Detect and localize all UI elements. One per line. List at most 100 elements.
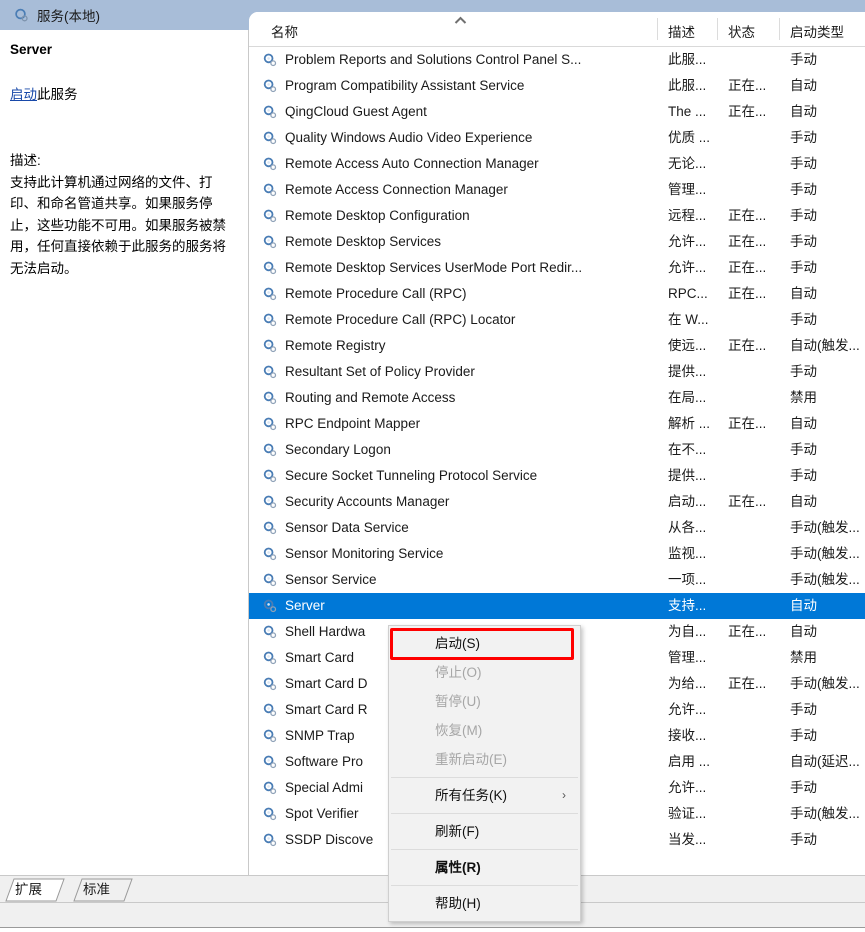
service-description-block: 描述: 支持此计算机通过网络的文件、打印、和命名管道共享。如果服务停止，这些功能… bbox=[10, 150, 234, 279]
table-row[interactable]: Remote Desktop Services 允许... 正在... 手动 bbox=[249, 229, 865, 255]
service-gear-icon bbox=[263, 521, 277, 535]
menu-item[interactable]: 启动(S) bbox=[389, 629, 580, 658]
cell-startup-type: 禁用 bbox=[790, 650, 817, 665]
tab-extended[interactable]: 扩展 bbox=[4, 878, 76, 902]
menu-item[interactable]: 帮助(H) bbox=[389, 889, 580, 918]
column-header-name[interactable]: 名称 bbox=[271, 21, 298, 41]
service-gear-icon bbox=[263, 599, 277, 613]
cell-startup-type: 手动(触发... bbox=[790, 520, 860, 535]
description-label: 描述: bbox=[10, 153, 41, 168]
cell-startup-type: 自动 bbox=[790, 104, 817, 119]
service-gear-icon bbox=[263, 651, 277, 665]
cell-service-name: QingCloud Guest Agent bbox=[285, 104, 427, 119]
start-service-link[interactable]: 启动 bbox=[10, 87, 37, 102]
menu-item[interactable]: 所有任务(K) › bbox=[389, 781, 580, 810]
tab-standard[interactable]: 标准 bbox=[72, 878, 144, 902]
cell-startup-type: 手动 bbox=[790, 208, 817, 223]
table-row[interactable]: Sensor Data Service 从各... 手动(触发... bbox=[249, 515, 865, 541]
cell-startup-type: 手动 bbox=[790, 442, 817, 457]
cell-description: 启动... bbox=[668, 494, 707, 509]
table-row[interactable]: QingCloud Guest Agent The ... 正在... 自动 bbox=[249, 99, 865, 125]
cell-service-name: SNMP Trap bbox=[285, 728, 355, 743]
cell-startup-type: 手动(触发... bbox=[790, 676, 860, 691]
menu-separator bbox=[391, 849, 578, 850]
column-header-description[interactable]: 描述 bbox=[668, 21, 695, 41]
cell-startup-type: 手动(触发... bbox=[790, 546, 860, 561]
column-header-startup-type[interactable]: 启动类型 bbox=[790, 21, 844, 41]
cell-service-name: Remote Procedure Call (RPC) Locator bbox=[285, 312, 516, 327]
ascending-sort-chevron-icon bbox=[454, 16, 467, 24]
table-row[interactable]: Program Compatibility Assistant Service 此… bbox=[249, 73, 865, 99]
cell-description: 允许... bbox=[668, 780, 707, 795]
tab-standard-label: 标准 bbox=[83, 882, 110, 897]
tab-extended-label: 扩展 bbox=[15, 882, 42, 897]
table-row[interactable]: Remote Procedure Call (RPC) RPC... 正在... 自动 bbox=[249, 281, 865, 307]
table-row[interactable]: Quality Windows Audio Video Experience 优质… bbox=[249, 125, 865, 151]
cell-status: 正在... bbox=[728, 494, 767, 509]
cell-service-name: Resultant Set of Policy Provider bbox=[285, 364, 475, 379]
cell-service-name: Server bbox=[285, 598, 325, 613]
cell-startup-type: 手动 bbox=[790, 260, 817, 275]
cell-startup-type: 手动(触发... bbox=[790, 806, 860, 821]
menu-separator bbox=[391, 777, 578, 778]
table-row[interactable]: Resultant Set of Policy Provider 提供... 手动 bbox=[249, 359, 865, 385]
cell-service-name: Routing and Remote Access bbox=[285, 390, 456, 405]
service-context-menu[interactable]: 启动(S) 停止(O) 暂停(U) 恢复(M) 重新启动(E) 所有任务(K) › 刷新(F)… bbox=[388, 625, 581, 922]
header-separator bbox=[717, 18, 718, 40]
cell-status: 正在... bbox=[728, 338, 767, 353]
table-row[interactable]: Remote Access Auto Connection Manager 无论.… bbox=[249, 151, 865, 177]
cell-startup-type: 自动 bbox=[790, 494, 817, 509]
table-row[interactable]: Remote Procedure Call (RPC) Locator 在 W..… bbox=[249, 307, 865, 333]
band-title: 服务(本地) bbox=[37, 9, 100, 24]
service-gear-icon bbox=[263, 755, 277, 769]
table-row[interactable]: Routing and Remote Access 在局... 禁用 bbox=[249, 385, 865, 411]
cell-status: 正在... bbox=[728, 260, 767, 275]
cell-startup-type: 手动 bbox=[790, 234, 817, 249]
cell-service-name: Secondary Logon bbox=[285, 442, 391, 457]
service-gear-icon bbox=[263, 781, 277, 795]
cell-service-name: Smart Card R bbox=[285, 702, 368, 717]
service-gear-icon bbox=[263, 417, 277, 431]
chevron-right-icon: › bbox=[562, 788, 566, 802]
cell-description: RPC... bbox=[668, 286, 708, 301]
service-gear-icon bbox=[263, 573, 277, 587]
cell-startup-type: 手动 bbox=[790, 182, 817, 197]
service-gear-icon bbox=[263, 807, 277, 821]
cell-description: 提供... bbox=[668, 468, 707, 483]
cell-description: 允许... bbox=[668, 702, 707, 717]
cell-service-name: Remote Desktop Configuration bbox=[285, 208, 470, 223]
table-row[interactable]: Server 支持... 自动 bbox=[249, 593, 865, 619]
cell-service-name: Shell Hardwa bbox=[285, 624, 366, 639]
menu-item-label: 所有任务(K) bbox=[435, 788, 507, 803]
service-gear-icon bbox=[263, 131, 277, 145]
cell-startup-type: 自动(触发... bbox=[790, 338, 860, 353]
cell-description: 提供... bbox=[668, 364, 707, 379]
cell-description: 此服... bbox=[668, 78, 707, 93]
cell-service-name: Secure Socket Tunneling Protocol Service bbox=[285, 468, 538, 483]
table-row[interactable]: Remote Desktop Configuration 远程... 正在... 手动 bbox=[249, 203, 865, 229]
cell-description: 从各... bbox=[668, 520, 707, 535]
table-row[interactable]: Remote Access Connection Manager 管理... 手动 bbox=[249, 177, 865, 203]
table-row[interactable]: Problem Reports and Solutions Control Pa… bbox=[249, 47, 865, 73]
table-row[interactable]: Sensor Monitoring Service 监视... 手动(触发... bbox=[249, 541, 865, 567]
table-row[interactable]: Remote Desktop Services UserMode Port Re… bbox=[249, 255, 865, 281]
service-gear-icon bbox=[263, 235, 277, 249]
menu-item[interactable]: 属性(R) bbox=[389, 853, 580, 882]
service-gear-icon bbox=[263, 339, 277, 353]
table-row[interactable]: Remote Registry 使远... 正在... 自动(触发... bbox=[249, 333, 865, 359]
menu-item-label: 刷新(F) bbox=[435, 824, 480, 839]
table-row[interactable]: Secure Socket Tunneling Protocol Service… bbox=[249, 463, 865, 489]
menu-item[interactable]: 刷新(F) bbox=[389, 817, 580, 846]
cell-description: 为给... bbox=[668, 676, 707, 691]
table-row[interactable]: RPC Endpoint Mapper 解析 ... 正在... 自动 bbox=[249, 411, 865, 437]
service-gear-icon bbox=[263, 79, 277, 93]
table-row[interactable]: Sensor Service 一项... 手动(触发... bbox=[249, 567, 865, 593]
cell-startup-type: 手动 bbox=[790, 130, 817, 145]
table-row[interactable]: Secondary Logon 在不... 手动 bbox=[249, 437, 865, 463]
table-row[interactable]: Security Accounts Manager 启动... 正在... 自动 bbox=[249, 489, 865, 515]
selected-service-title: Server bbox=[10, 42, 53, 57]
menu-item-label: 停止(O) bbox=[435, 665, 482, 680]
cell-description: 一项... bbox=[668, 572, 707, 587]
cell-description: The ... bbox=[668, 104, 707, 119]
column-header-status[interactable]: 状态 bbox=[728, 21, 755, 41]
